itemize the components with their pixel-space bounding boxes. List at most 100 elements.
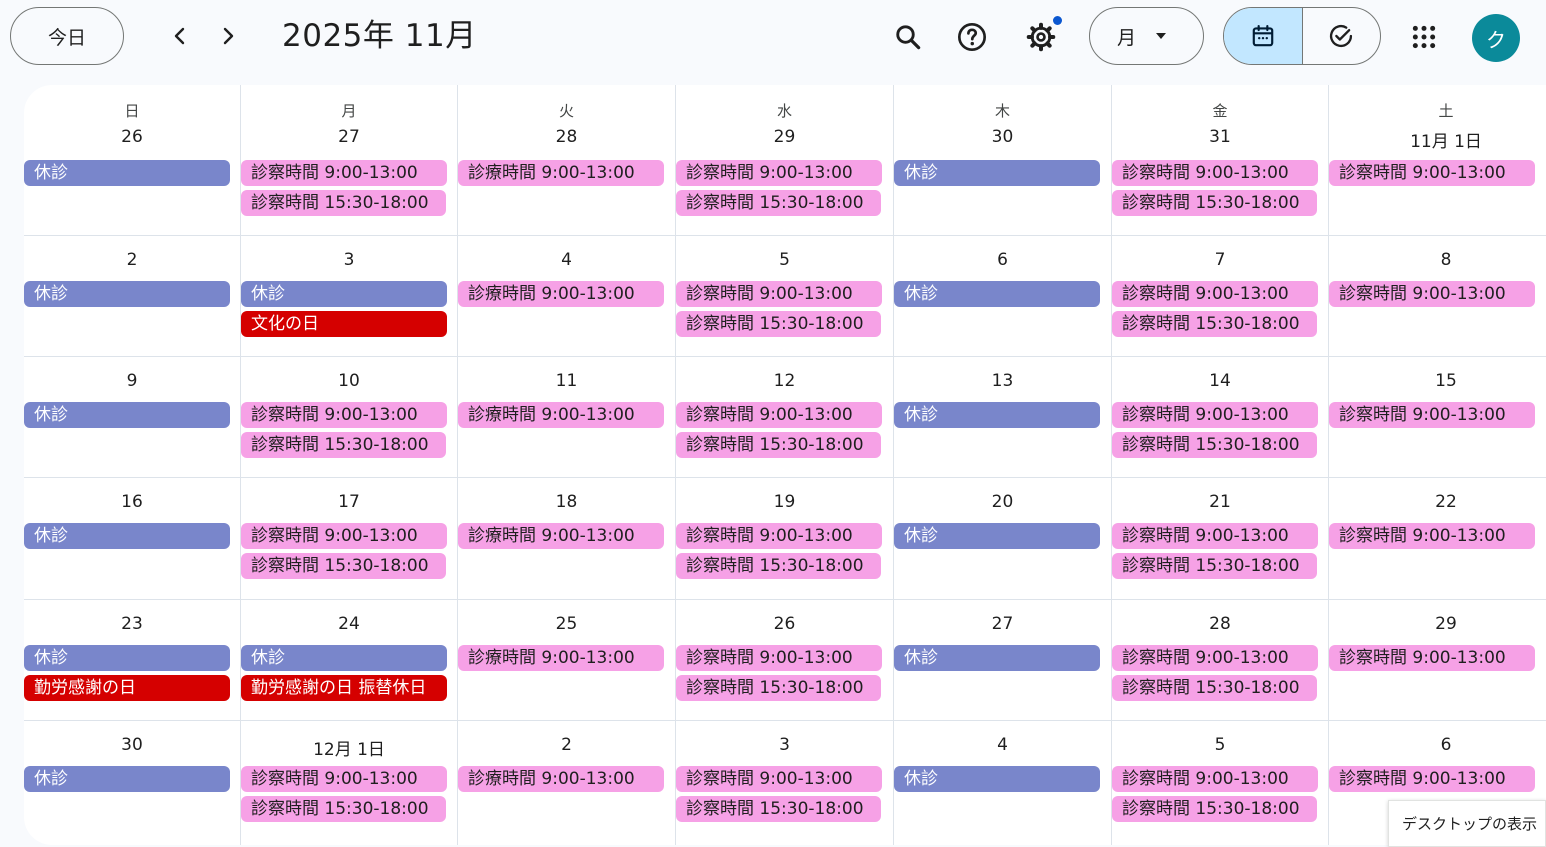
day-cell[interactable]: 木 30 休診 xyxy=(894,85,1112,236)
day-number[interactable]: 2 xyxy=(458,735,675,755)
office-hours-event[interactable]: 診療時間 9:00-13:00 xyxy=(458,766,664,792)
holiday-event[interactable]: 文化の日 xyxy=(241,311,447,337)
day-cell[interactable]: 3 診察時間 9:00-13:00 診察時間 15:30-18:00 xyxy=(676,721,894,845)
office-hours-event[interactable]: 診察時間 9:00-13:00 xyxy=(241,766,447,792)
office-hours-event[interactable]: 診察時間 15:30-18:00 xyxy=(1112,553,1317,579)
day-cell[interactable]: 8 診察時間 9:00-13:00 xyxy=(1329,236,1546,357)
day-number[interactable]: 16 xyxy=(24,492,240,512)
office-hours-event[interactable]: 診察時間 9:00-13:00 xyxy=(1112,281,1318,307)
day-number[interactable]: 26 xyxy=(676,614,893,634)
day-cell[interactable]: 27 休診 xyxy=(894,600,1112,721)
day-number[interactable]: 11 xyxy=(458,371,675,391)
office-hours-event[interactable]: 診察時間 9:00-13:00 xyxy=(1112,645,1318,671)
next-month-button[interactable] xyxy=(206,14,250,58)
day-number[interactable]: 25 xyxy=(458,614,675,634)
day-number[interactable]: 11月 1日 xyxy=(1329,127,1546,152)
office-hours-event[interactable]: 診療時間 9:00-13:00 xyxy=(458,523,664,549)
closed-event[interactable]: 休診 xyxy=(241,645,447,671)
day-cell[interactable]: 12 診察時間 9:00-13:00 診察時間 15:30-18:00 xyxy=(676,357,894,478)
day-number[interactable]: 24 xyxy=(241,614,457,634)
office-hours-event[interactable]: 診察時間 9:00-13:00 xyxy=(241,402,447,428)
day-cell[interactable]: 4 休診 xyxy=(894,721,1112,845)
day-number[interactable]: 19 xyxy=(676,492,893,512)
day-number[interactable]: 17 xyxy=(241,492,457,512)
previous-month-button[interactable] xyxy=(158,14,202,58)
calendar-view-toggle[interactable] xyxy=(1224,8,1303,64)
day-number[interactable]: 30 xyxy=(24,735,240,755)
day-cell[interactable]: 30 休診 xyxy=(24,721,241,845)
office-hours-event[interactable]: 診療時間 9:00-13:00 xyxy=(458,645,664,671)
tasks-view-toggle[interactable] xyxy=(1303,8,1381,64)
office-hours-event[interactable]: 診察時間 15:30-18:00 xyxy=(676,675,881,701)
day-number[interactable]: 28 xyxy=(1112,614,1328,634)
day-cell[interactable]: 24 休診 勤労感謝の日 振替休日 xyxy=(241,600,458,721)
day-number[interactable]: 27 xyxy=(894,614,1111,634)
day-cell[interactable]: 20 休診 xyxy=(894,478,1112,600)
day-cell[interactable]: 5 診察時間 9:00-13:00 診察時間 15:30-18:00 xyxy=(676,236,894,357)
closed-event[interactable]: 休診 xyxy=(24,645,230,671)
office-hours-event[interactable]: 診察時間 15:30-18:00 xyxy=(241,190,446,216)
office-hours-event[interactable]: 診察時間 9:00-13:00 xyxy=(676,402,882,428)
closed-event[interactable]: 休診 xyxy=(24,160,230,186)
office-hours-event[interactable]: 診察時間 9:00-13:00 xyxy=(1112,160,1318,186)
day-cell[interactable]: 23 休診勤労感謝の日 xyxy=(24,600,241,721)
closed-event[interactable]: 休診 xyxy=(24,766,230,792)
day-number[interactable]: 2 xyxy=(24,250,240,270)
office-hours-event[interactable]: 診察時間 9:00-13:00 xyxy=(1112,766,1318,792)
day-cell[interactable]: 4 診療時間 9:00-13:00 xyxy=(458,236,676,357)
day-cell[interactable]: 月 27 診察時間 9:00-13:00 診察時間 15:30-18:00 xyxy=(241,85,458,236)
desktop-view-tooltip[interactable]: デスクトップの表示 xyxy=(1388,800,1546,847)
office-hours-event[interactable]: 診察時間 9:00-13:00 xyxy=(241,160,447,186)
office-hours-event[interactable]: 診察時間 15:30-18:00 xyxy=(1112,796,1317,822)
day-number[interactable]: 10 xyxy=(241,371,457,391)
day-cell[interactable]: 2 休診 xyxy=(24,236,241,357)
holiday-event[interactable]: 勤労感謝の日 xyxy=(24,675,230,701)
help-button[interactable] xyxy=(949,14,995,60)
office-hours-event[interactable]: 診察時間 9:00-13:00 xyxy=(1329,766,1535,792)
day-cell[interactable]: 6 休診 xyxy=(894,236,1112,357)
day-number[interactable]: 3 xyxy=(241,250,457,270)
office-hours-event[interactable]: 診察時間 15:30-18:00 xyxy=(1112,311,1317,337)
day-number[interactable]: 22 xyxy=(1329,492,1546,512)
today-button[interactable]: 今日 xyxy=(10,7,124,65)
day-cell[interactable]: 26 診察時間 9:00-13:00 診察時間 15:30-18:00 xyxy=(676,600,894,721)
day-cell[interactable]: 13 休診 xyxy=(894,357,1112,478)
office-hours-event[interactable]: 診察時間 9:00-13:00 xyxy=(676,766,882,792)
day-number[interactable]: 12月 1日 xyxy=(241,735,457,760)
day-number[interactable]: 23 xyxy=(24,614,240,634)
office-hours-event[interactable]: 診察時間 9:00-13:00 xyxy=(1329,402,1535,428)
office-hours-event[interactable]: 診察時間 9:00-13:00 xyxy=(676,523,882,549)
day-number[interactable]: 5 xyxy=(1112,735,1328,755)
day-cell[interactable]: 金 31 診察時間 9:00-13:00 診察時間 15:30-18:00 xyxy=(1112,85,1329,236)
office-hours-event[interactable]: 診察時間 15:30-18:00 xyxy=(676,190,881,216)
office-hours-event[interactable]: 診察時間 15:30-18:00 xyxy=(241,553,446,579)
day-cell[interactable]: 18 診療時間 9:00-13:00 xyxy=(458,478,676,600)
day-number[interactable]: 26 xyxy=(24,127,240,147)
office-hours-event[interactable]: 診察時間 9:00-13:00 xyxy=(1329,645,1535,671)
closed-event[interactable]: 休診 xyxy=(24,402,230,428)
office-hours-event[interactable]: 診察時間 15:30-18:00 xyxy=(676,796,881,822)
day-number[interactable]: 29 xyxy=(676,127,893,147)
day-cell[interactable]: 水 29 診察時間 9:00-13:00 診察時間 15:30-18:00 xyxy=(676,85,894,236)
closed-event[interactable]: 休診 xyxy=(894,160,1100,186)
office-hours-event[interactable]: 診察時間 9:00-13:00 xyxy=(676,281,882,307)
office-hours-event[interactable]: 診察時間 15:30-18:00 xyxy=(676,432,881,458)
office-hours-event[interactable]: 診察時間 15:30-18:00 xyxy=(1112,432,1317,458)
day-cell[interactable]: 日 26 休診 xyxy=(24,85,241,236)
day-cell[interactable]: 10 診察時間 9:00-13:00 診察時間 15:30-18:00 xyxy=(241,357,458,478)
day-cell[interactable]: 22 診察時間 9:00-13:00 xyxy=(1329,478,1546,600)
day-number[interactable]: 30 xyxy=(894,127,1111,147)
day-number[interactable]: 6 xyxy=(1329,735,1546,755)
day-number[interactable]: 7 xyxy=(1112,250,1328,270)
office-hours-event[interactable]: 診察時間 15:30-18:00 xyxy=(676,553,881,579)
day-cell[interactable]: 19 診察時間 9:00-13:00 診察時間 15:30-18:00 xyxy=(676,478,894,600)
day-number[interactable]: 6 xyxy=(894,250,1111,270)
day-number[interactable]: 9 xyxy=(24,371,240,391)
view-selector[interactable]: 月 xyxy=(1089,7,1204,65)
day-number[interactable]: 15 xyxy=(1329,371,1546,391)
day-cell[interactable]: 火 28 診療時間 9:00-13:00 xyxy=(458,85,676,236)
day-number[interactable]: 28 xyxy=(458,127,675,147)
day-number[interactable]: 13 xyxy=(894,371,1111,391)
closed-event[interactable]: 休診 xyxy=(894,766,1100,792)
day-cell[interactable]: 15 診察時間 9:00-13:00 xyxy=(1329,357,1546,478)
